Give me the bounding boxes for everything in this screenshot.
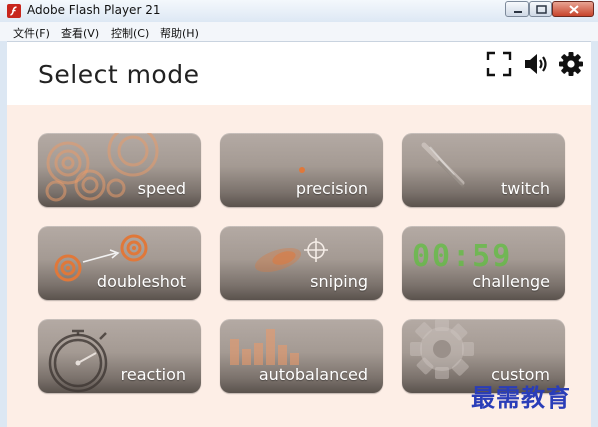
mode-label-challenge: challenge <box>472 272 550 291</box>
mode-label-autobalanced: autobalanced <box>258 365 368 384</box>
window-titlebar[interactable]: Adobe Flash Player 21 <box>0 0 598 22</box>
mode-tile-doubleshot[interactable]: doubleshot <box>38 226 201 300</box>
mode-tile-reaction[interactable]: reaction <box>38 319 201 393</box>
mode-tile-speed[interactable]: speed <box>38 133 201 207</box>
maximize-button[interactable] <box>529 1 552 17</box>
settings-gear-icon[interactable] <box>557 50 585 78</box>
watermark-text: 最需教育 <box>471 383 571 412</box>
mode-label-twitch: twitch <box>500 179 550 198</box>
menu-file[interactable]: 文件(F) <box>13 25 50 41</box>
flash-content: Select mode speed precision twitch doubl… <box>7 42 591 427</box>
window-title: Adobe Flash Player 21 <box>27 3 161 17</box>
challenge-timer-text: 00:59 <box>412 239 512 274</box>
mode-tile-precision[interactable]: precision <box>220 133 383 207</box>
menu-bar: 文件(F) 查看(V) 控制(C) 帮助(H) <box>0 22 598 42</box>
fullscreen-icon[interactable] <box>485 50 513 78</box>
mode-tile-sniping[interactable]: sniping <box>220 226 383 300</box>
volume-icon[interactable] <box>522 50 550 78</box>
mode-label-speed: speed <box>137 179 186 198</box>
mode-label-precision: precision <box>295 179 368 198</box>
mode-tile-twitch[interactable]: twitch <box>402 133 565 207</box>
menu-help[interactable]: 帮助(H) <box>160 25 199 41</box>
window-frame-left <box>0 41 7 427</box>
mode-tile-challenge[interactable]: 00:59 challenge <box>402 226 565 300</box>
minimize-button[interactable] <box>505 1 529 17</box>
window-frame-right <box>591 41 598 427</box>
flash-player-icon <box>7 4 21 18</box>
menu-view[interactable]: 查看(V) <box>61 25 99 41</box>
menu-control[interactable]: 控制(C) <box>111 25 149 41</box>
mode-tile-autobalanced[interactable]: autobalanced <box>220 319 383 393</box>
mode-label-doubleshot: doubleshot <box>96 272 186 291</box>
close-button[interactable] <box>552 1 594 17</box>
page-title: Select mode <box>38 60 200 89</box>
mode-label-reaction: reaction <box>120 365 186 384</box>
header-bar: Select mode <box>7 42 591 105</box>
mode-label-sniping: sniping <box>310 272 368 291</box>
